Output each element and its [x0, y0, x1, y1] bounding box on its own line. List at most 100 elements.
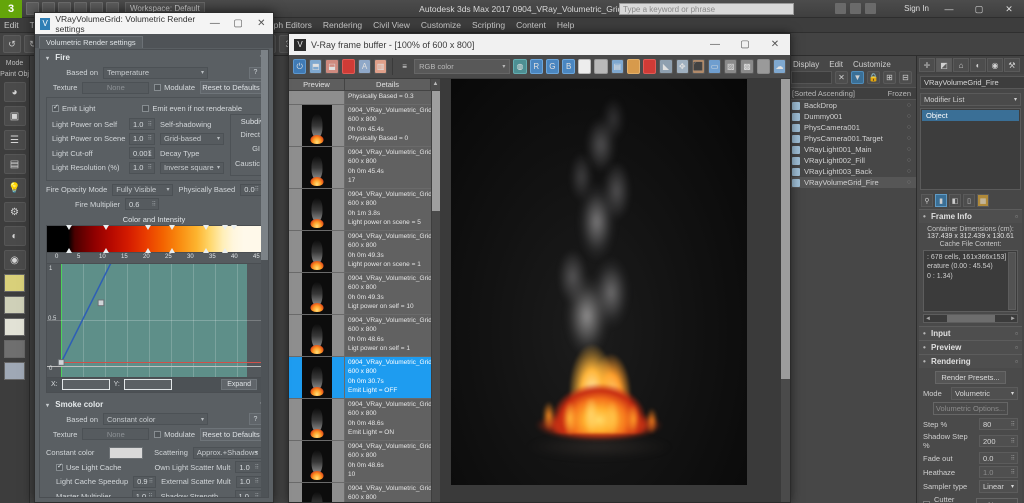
vvg-minimize-button[interactable]: —: [203, 13, 226, 34]
vvg-tab-bar[interactable]: Volumetric Render settings: [35, 34, 273, 48]
intensity-graph[interactable]: 1 0.5 0: [46, 262, 262, 378]
vfb-minimize-button[interactable]: —: [700, 34, 730, 55]
frozen-toggle-icon[interactable]: ○: [907, 146, 911, 153]
history-item[interactable]: 0904_VRay_Volumetric_Grid_S600 x 8000h 0…: [289, 483, 440, 502]
command-panel-tabs[interactable]: ✛ ◩ ⌂ ◐ ◉ ⚒: [917, 56, 1024, 74]
heathaze-value-field[interactable]: 1.0: [979, 466, 1018, 478]
title-bar-icons[interactable]: [835, 3, 876, 14]
blue-channel-icon[interactable]: B: [562, 59, 576, 74]
history-item[interactable]: 0904_VRay_Volumetric_Grid_S600 x 8000h 0…: [289, 273, 440, 315]
scene-explorer-panel[interactable]: Display Edit Customize ✕ ▼ 🔒 ⊞ ⊟ [Sorted…: [786, 56, 916, 503]
star-icon[interactable]: [865, 3, 876, 14]
scene-explorer-find-input[interactable]: [791, 71, 832, 84]
menu-item-rendering[interactable]: Rendering: [323, 20, 362, 30]
stamp-icon[interactable]: ✥: [675, 59, 689, 74]
gradient-key-top-5[interactable]: [203, 224, 210, 230]
scene-explorer-toolbar[interactable]: ✕ ▼ 🔒 ⊞ ⊟: [787, 71, 916, 87]
frozen-toggle-icon[interactable]: ○: [907, 157, 911, 164]
constant-color-swatch[interactable]: [108, 446, 144, 459]
render-image-area[interactable]: [441, 79, 790, 502]
mode-dropdown[interactable]: Volumetric: [951, 387, 1018, 400]
vfb-maximize-button[interactable]: ▢: [730, 34, 760, 55]
fade-out-value-field[interactable]: 0.0: [979, 452, 1018, 464]
preview-minimize-icon[interactable]: ▫: [1015, 343, 1018, 352]
tab-modify[interactable]: ◩: [936, 58, 952, 72]
history-item[interactable]: 0904_VRay_Volumetric_Grid_S600 x 8000h 0…: [289, 399, 440, 441]
menu-item-edit[interactable]: Edit: [4, 20, 19, 30]
render-scrollbar-thumb[interactable]: [781, 79, 790, 379]
vvg-scrollbar-thumb[interactable]: [261, 50, 268, 260]
render-history-panel[interactable]: Preview Details ▲ Physically Based = 0.3…: [289, 79, 441, 502]
scroll-left-icon[interactable]: ◄: [925, 316, 931, 322]
history-item[interactable]: 0904_VRay_Volumetric_Grid_S600 x 8000h 0…: [289, 105, 440, 147]
rendered-fire-image[interactable]: [451, 79, 747, 485]
vfb-toolbar[interactable]: ⏻ ⬒ ⬓ A ▥ ≡ RGB color ◍ R G B ▤ ◣ ✥ ⬛ ▭ …: [289, 55, 790, 79]
image-swatch-icon[interactable]: ▣: [3, 106, 26, 126]
history-item[interactable]: 0904_VRay_Volumetric_Grid_S600 x 8000h 0…: [289, 147, 440, 189]
history-item[interactable]: 0904_VRay_Volumetric_Grid_S600 x 8000h 0…: [289, 357, 440, 399]
render-last-icon[interactable]: ⏻: [293, 59, 307, 74]
max-search-input[interactable]: Type a keyword or phrase: [619, 3, 794, 15]
tab-utilities[interactable]: ⚒: [1004, 58, 1020, 72]
history-scrollbar-thumb[interactable]: [432, 91, 440, 211]
compare-icon[interactable]: ▨: [724, 59, 738, 74]
vvg-close-button[interactable]: ✕: [250, 13, 273, 34]
intensity-curve[interactable]: [47, 263, 261, 373]
srgb-icon[interactable]: [626, 59, 641, 74]
material-swatch-4[interactable]: [4, 340, 25, 358]
material-swatch-3[interactable]: [4, 318, 25, 336]
alpha-channel-icon[interactable]: [578, 59, 592, 74]
fire-opacity-dropdown[interactable]: Fully Visible: [112, 183, 174, 196]
frozen-toggle-icon[interactable]: ○: [907, 179, 911, 186]
scene-explorer-item[interactable]: VRayLight003_Back ○: [787, 166, 916, 177]
sign-in-button[interactable]: Sign In: [904, 4, 929, 13]
left-command-rail[interactable]: Mode Paint Obj ◕ ▣ ☰ ▤ 💡 ⚙ ◐ ◉: [0, 56, 30, 503]
modifier-stack-buttons[interactable]: ⚲ ▮ ◧ ▯ ▦: [917, 192, 1024, 209]
scattering-dropdown[interactable]: Approx.+Shadows: [192, 446, 262, 459]
vfb-close-button[interactable]: ✕: [760, 34, 790, 55]
frozen-toggle-icon[interactable]: ○: [907, 168, 911, 175]
scrollbar-thumb[interactable]: [946, 315, 995, 322]
render-presets-button[interactable]: Render Presets...: [935, 371, 1006, 384]
gradient-key-top-4[interactable]: [168, 224, 175, 230]
scene-explorer-menubar[interactable]: Display Edit Customize: [787, 56, 916, 71]
make-unique-icon[interactable]: ◧: [949, 194, 961, 207]
history-list[interactable]: Physically Based = 0.3 0904_VRay_Volumetr…: [289, 91, 440, 502]
configure-sets-icon[interactable]: ▦: [977, 194, 989, 207]
maximize-button[interactable]: ▢: [964, 0, 994, 18]
rendering-minimize-icon[interactable]: ▫: [1015, 357, 1018, 366]
smoke-reset-defaults-button[interactable]: Reset to Defaults: [200, 427, 262, 441]
graph-y-input[interactable]: [123, 379, 172, 390]
load-image-icon[interactable]: ⬓: [325, 59, 339, 74]
fire-based-on-dropdown[interactable]: Temperature: [103, 66, 208, 79]
settings-icon[interactable]: [756, 59, 770, 74]
tab-display[interactable]: ◉: [987, 58, 1003, 72]
cache-file-content[interactable]: : 678 cells, 161x366x153] erature (0.00 …: [923, 250, 1018, 312]
gradient-key-top-7[interactable]: [231, 224, 238, 230]
remove-modifier-icon[interactable]: ▯: [963, 194, 975, 207]
scroll-right-icon[interactable]: ►: [1010, 316, 1016, 322]
frozen-toggle-icon[interactable]: ○: [907, 135, 911, 142]
smoke-modulate-checkbox[interactable]: Modulate: [154, 430, 195, 439]
force-color-clamp-icon[interactable]: ▤: [610, 59, 624, 74]
vvg-title-bar[interactable]: V VRayVolumeGrid: Volumetric Render sett…: [35, 13, 273, 34]
grid-icon[interactable]: [835, 3, 846, 14]
decay-type-dropdown[interactable]: Inverse square: [160, 161, 224, 174]
gradient-key-top-2[interactable]: [102, 224, 109, 230]
settings-icon[interactable]: ⚙: [3, 202, 26, 222]
history-scroll-up-icon[interactable]: ▲: [431, 79, 440, 90]
image-info-icon[interactable]: A: [357, 59, 372, 74]
menu-item-scripting[interactable]: Scripting: [472, 20, 505, 30]
command-panel[interactable]: ✛ ◩ ⌂ ◐ ◉ ⚒ Modifier List Object ⚲ ▮ ◧ ▯…: [916, 56, 1024, 503]
monochrome-icon[interactable]: [594, 59, 608, 74]
input-minimize-icon[interactable]: ▫: [1015, 329, 1018, 338]
panel-icon[interactable]: ▤: [3, 154, 26, 174]
list-icon[interactable]: ☰: [3, 130, 26, 150]
fire-reset-defaults-button[interactable]: Reset to Defaults: [200, 81, 262, 94]
scene-explorer-item[interactable]: BackDrop ○: [787, 100, 916, 111]
render-vertical-scrollbar[interactable]: [780, 79, 790, 502]
vray-frame-buffer-window[interactable]: V V-Ray frame buffer - [100% of 600 x 80…: [288, 33, 791, 503]
cache-horizontal-scrollbar[interactable]: ◄ ►: [923, 314, 1018, 323]
exposure-icon[interactable]: [643, 59, 657, 74]
vvg-maximize-button[interactable]: ▢: [226, 13, 249, 34]
